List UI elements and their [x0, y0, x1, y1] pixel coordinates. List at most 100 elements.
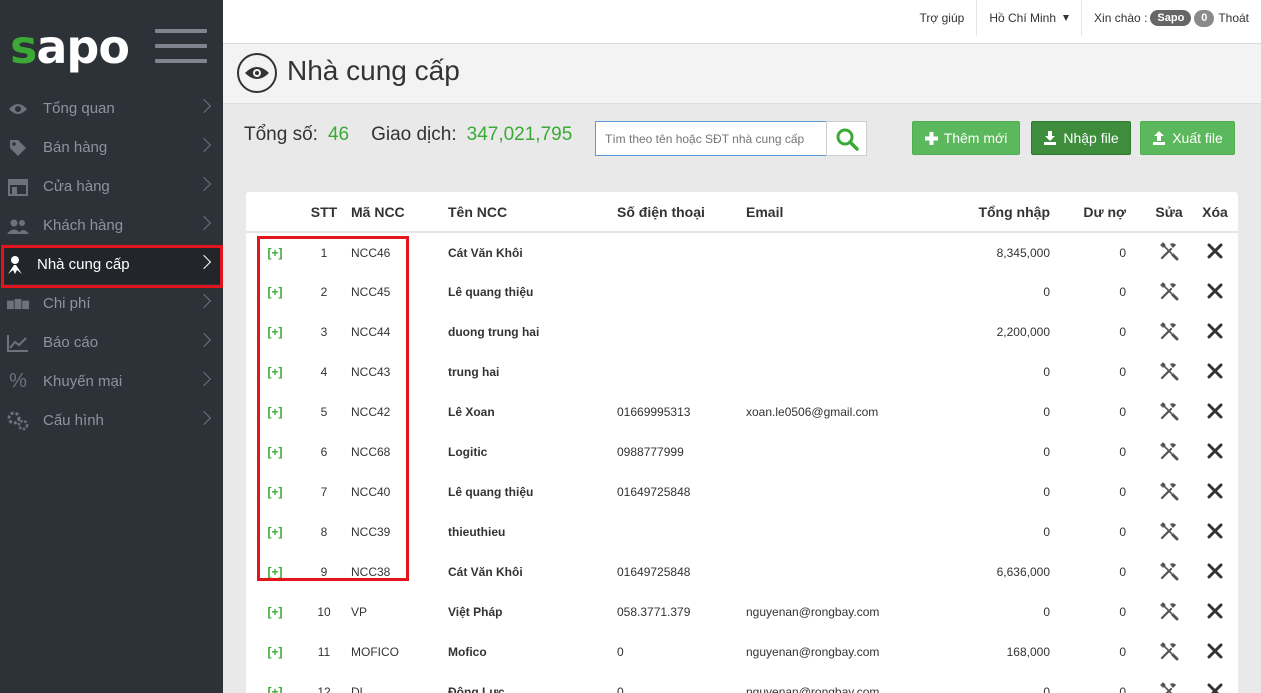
- edit-tools-icon[interactable]: [1159, 401, 1179, 421]
- expand-row-button[interactable]: [+]: [268, 445, 283, 459]
- delete-x-icon[interactable]: [1207, 483, 1223, 499]
- cell-name[interactable]: Cát Văn Khôi: [448, 232, 617, 272]
- edit-tools-icon[interactable]: [1159, 481, 1179, 501]
- delete-x-icon[interactable]: [1207, 283, 1223, 299]
- table-row[interactable]: [+] 3 NCC44 duong trung hai 2,200,000 0: [246, 312, 1238, 352]
- help-link[interactable]: Trợ giúp: [908, 0, 977, 36]
- expand-row-button[interactable]: [+]: [268, 605, 283, 619]
- delete-x-icon[interactable]: [1207, 323, 1223, 339]
- col-phone[interactable]: Số điện thoại: [617, 192, 746, 233]
- col-code[interactable]: Mã NCC: [344, 192, 448, 233]
- edit-tools-icon[interactable]: [1159, 641, 1179, 661]
- sidebar-item-label: Báo cáo: [43, 334, 99, 351]
- sapo-logo[interactable]: s apo: [10, 14, 130, 70]
- cell-code: NCC40: [351, 485, 391, 499]
- cell-code: NCC42: [351, 405, 391, 419]
- search-button[interactable]: [826, 121, 867, 156]
- edit-tools-icon[interactable]: [1159, 321, 1179, 341]
- delete-x-icon[interactable]: [1207, 403, 1223, 419]
- cell-code: NCC46: [351, 245, 391, 260]
- search-input[interactable]: [595, 121, 827, 156]
- table-row[interactable]: [+] 6 NCC68 Logitic 0988777999 0 0: [246, 432, 1238, 472]
- cell-name[interactable]: duong trung hai: [448, 312, 617, 352]
- table-row[interactable]: [+] 10 VP Việt Pháp 058.3771.379 nguyena…: [246, 592, 1238, 632]
- expand-row-button[interactable]: [+]: [268, 246, 283, 260]
- table-row[interactable]: [+] 7 NCC40 Lê quang thiệu 01649725848 0…: [246, 472, 1238, 512]
- delete-x-icon[interactable]: [1207, 443, 1223, 459]
- expand-row-button[interactable]: [+]: [268, 405, 283, 419]
- cell-name[interactable]: Lê quang thiệu: [448, 272, 617, 312]
- cell-name[interactable]: trung hai: [448, 352, 617, 392]
- sidebar-item-nha-cung-cap[interactable]: Nhà cung cấp: [0, 245, 223, 288]
- logout-link[interactable]: Thoát: [1218, 11, 1249, 25]
- table-row[interactable]: [+] 1 NCC46 Cát Văn Khôi 8,345,000 0: [246, 232, 1238, 272]
- sidebar-item-chi-phi[interactable]: Chi phí: [0, 284, 223, 323]
- col-debt[interactable]: Dư nợ: [1052, 192, 1140, 233]
- add-new-button[interactable]: Thêm mới: [912, 121, 1020, 155]
- delete-x-icon[interactable]: [1207, 683, 1223, 693]
- table-row[interactable]: [+] 2 NCC45 Lê quang thiệu 0 0: [246, 272, 1238, 312]
- table-row[interactable]: [+] 12 DL Động Lực 0 nguyenan@rongbay.co…: [246, 672, 1238, 693]
- table-row[interactable]: [+] 5 NCC42 Lê Xoan 01669995313 xoan.le0…: [246, 392, 1238, 432]
- edit-tools-icon[interactable]: [1159, 241, 1179, 261]
- sidebar-item-tong-quan[interactable]: Tổng quan: [0, 89, 223, 128]
- edit-tools-icon[interactable]: [1159, 521, 1179, 541]
- col-stt[interactable]: STT: [304, 192, 344, 233]
- cell-name[interactable]: Lê quang thiệu: [448, 472, 617, 512]
- col-name[interactable]: Tên NCC: [448, 192, 617, 233]
- cell-name[interactable]: Lê Xoan: [448, 392, 617, 432]
- cell-email: [746, 472, 922, 512]
- expand-row-button[interactable]: [+]: [268, 365, 283, 379]
- delete-x-icon[interactable]: [1207, 243, 1223, 259]
- export-file-button[interactable]: Xuất file: [1140, 121, 1235, 155]
- sidebar-item-khuyen-mai[interactable]: % Khuyến mại: [0, 362, 223, 401]
- delete-x-icon[interactable]: [1207, 603, 1223, 619]
- location-dropdown[interactable]: Hồ Chí Minh: [976, 0, 1081, 36]
- col-email[interactable]: Email: [746, 192, 922, 233]
- delete-x-icon[interactable]: [1207, 363, 1223, 379]
- expand-row-button[interactable]: [+]: [268, 685, 283, 693]
- delete-x-icon[interactable]: [1207, 563, 1223, 579]
- edit-tools-icon[interactable]: [1159, 601, 1179, 621]
- cell-name[interactable]: Mofico: [448, 632, 617, 672]
- expand-row-button[interactable]: [+]: [268, 285, 283, 299]
- cell-code: NCC45: [351, 285, 391, 299]
- cell-name[interactable]: Việt Pháp: [448, 592, 617, 632]
- edit-tools-icon[interactable]: [1159, 561, 1179, 581]
- cell-name[interactable]: Logitic: [448, 432, 617, 472]
- expand-row-button[interactable]: [+]: [268, 325, 283, 339]
- expand-row-button[interactable]: [+]: [268, 645, 283, 659]
- expand-row-button[interactable]: [+]: [268, 485, 283, 499]
- cell-name[interactable]: thieuthieu: [448, 512, 617, 552]
- chevron-right-icon: [196, 254, 212, 270]
- table-row[interactable]: [+] 4 NCC43 trung hai 0 0: [246, 352, 1238, 392]
- edit-tools-icon[interactable]: [1159, 441, 1179, 461]
- edit-tools-icon[interactable]: [1159, 361, 1179, 381]
- cell-phone: [617, 352, 746, 392]
- edit-tools-icon[interactable]: [1159, 281, 1179, 301]
- table-row[interactable]: [+] 8 NCC39 thieuthieu 0 0: [246, 512, 1238, 552]
- sidebar-item-khach-hang[interactable]: Khách hàng: [0, 206, 223, 245]
- col-total[interactable]: Tổng nhập: [922, 192, 1052, 233]
- sidebar-item-label: Khách hàng: [43, 217, 124, 234]
- sidebar-item-cua-hang[interactable]: Cửa hàng: [0, 167, 223, 206]
- cell-debt: 0: [1119, 605, 1126, 619]
- expand-row-button[interactable]: [+]: [268, 525, 283, 539]
- cell-name[interactable]: Động Lực: [448, 672, 617, 693]
- import-file-button[interactable]: Nhập file: [1031, 121, 1131, 155]
- expand-row-button[interactable]: [+]: [268, 565, 283, 579]
- delete-x-icon[interactable]: [1207, 523, 1223, 539]
- menu-toggle-icon[interactable]: [155, 29, 207, 63]
- sidebar-item-cau-hinh[interactable]: Cấu hình: [0, 401, 223, 440]
- export-file-label: Xuất file: [1172, 130, 1223, 146]
- store-icon: [7, 176, 29, 198]
- edit-tools-icon[interactable]: [1159, 681, 1179, 693]
- delete-x-icon[interactable]: [1207, 643, 1223, 659]
- notification-count-badge[interactable]: 0: [1194, 9, 1215, 27]
- cell-name[interactable]: Cát Văn Khôi: [448, 552, 617, 592]
- sidebar-item-bao-cao[interactable]: Báo cáo: [0, 323, 223, 362]
- table-row[interactable]: [+] 11 MOFICO Mofico 0 nguyenan@rongbay.…: [246, 632, 1238, 672]
- table-row[interactable]: [+] 9 NCC38 Cát Văn Khôi 01649725848 6,6…: [246, 552, 1238, 592]
- user-badge[interactable]: Sapo: [1150, 10, 1192, 26]
- sidebar-item-ban-hang[interactable]: Bán hàng: [0, 128, 223, 167]
